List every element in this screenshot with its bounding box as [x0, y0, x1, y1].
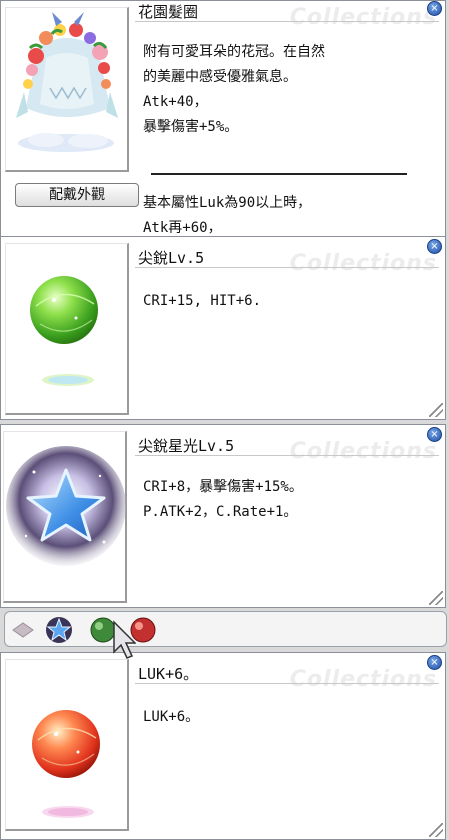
item-info-window-card3: LUK+6。 Collections × LUK+6。	[0, 652, 446, 840]
desc-line: Atk+40，	[143, 94, 208, 110]
item-info-window-card2: 尖銳星光Lv.5 Collections × CRI+8，暴擊傷害+15%。 P…	[0, 424, 446, 608]
item-description-extra: 基本屬性Luk為90以上時， Atk再+60，	[143, 191, 431, 239]
desc-line: LUK+6。	[143, 709, 200, 725]
item-info-window-hat: 花園髮圈 Collections × 附有可愛耳朵的花冠。在自然 的美麗中感受優…	[0, 0, 446, 240]
close-button[interactable]: ×	[427, 1, 442, 16]
item-description: LUK+6。	[143, 705, 431, 730]
gray-diamond-icon[interactable]	[11, 620, 35, 640]
close-button[interactable]: ×	[427, 427, 442, 442]
item-title: LUK+6。	[138, 665, 199, 683]
item-title: 花園髮圈	[138, 3, 199, 21]
blue-star-icon	[6, 446, 126, 566]
desc-line: 附有可愛耳朵的花冠。在自然	[143, 44, 325, 60]
item-description: 附有可愛耳朵的花冠。在自然 的美麗中感受優雅氣息。 Atk+40， 暴擊傷害+5…	[143, 40, 431, 140]
description-separator	[151, 173, 407, 175]
title-divider	[135, 683, 439, 684]
resize-grip[interactable]	[429, 591, 443, 605]
card1-image-box	[5, 243, 129, 415]
desc-line: 基本屬性Luk為90以上時，	[143, 195, 312, 211]
desc-line: P.ATK+2，C.Rate+1。	[143, 504, 298, 520]
collections-watermark: Collections	[289, 439, 437, 464]
resize-grip[interactable]	[429, 403, 443, 417]
title-divider	[135, 267, 439, 268]
resize-grip[interactable]	[429, 823, 443, 837]
hat-image-box	[5, 7, 129, 172]
desc-line: 暴擊傷害+5%。	[143, 119, 239, 135]
collections-watermark: Collections	[289, 251, 437, 276]
card2-image-box	[3, 431, 127, 603]
item-description: CRI+15, HIT+6.	[143, 289, 431, 314]
blue-star-icon[interactable]	[45, 616, 73, 644]
close-button[interactable]: ×	[427, 239, 442, 254]
card3-image-box	[5, 659, 129, 831]
desc-line: 的美麗中感受優雅氣息。	[143, 69, 297, 85]
title-divider	[135, 455, 439, 456]
card-socket-strip	[4, 611, 447, 647]
flower-crown-icon	[16, 12, 118, 152]
close-button[interactable]: ×	[427, 655, 442, 670]
wear-appearance-button[interactable]: 配戴外觀	[15, 183, 139, 207]
desc-line: CRI+8，暴擊傷害+15%。	[143, 479, 303, 495]
item-info-window-card1: 尖銳Lv.5 Collections × CRI+15, HIT+6.	[0, 236, 446, 420]
desc-line: CRI+15, HIT+6.	[143, 293, 262, 309]
item-description: CRI+8，暴擊傷害+15%。 P.ATK+2，C.Rate+1。	[143, 475, 431, 525]
collections-watermark: Collections	[289, 5, 437, 30]
item-title: 尖銳星光Lv.5	[138, 437, 235, 455]
title-divider	[135, 21, 439, 22]
red-orb-icon	[32, 710, 100, 818]
green-orb-icon	[30, 276, 98, 386]
mouse-cursor-icon	[113, 620, 136, 659]
collections-watermark: Collections	[289, 667, 437, 692]
item-title: 尖銳Lv.5	[138, 249, 205, 267]
